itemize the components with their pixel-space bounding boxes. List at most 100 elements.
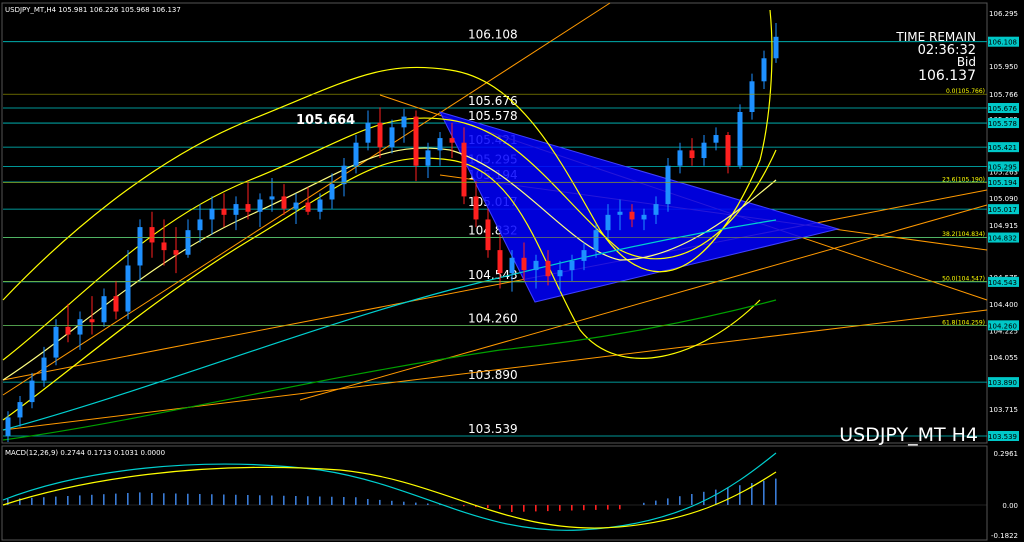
candle-body xyxy=(5,417,11,436)
fib-label: 0.0(105.766) xyxy=(946,88,985,95)
candle-body xyxy=(761,58,767,82)
candle-body xyxy=(677,150,683,166)
macd-histogram-bar xyxy=(415,502,417,505)
macd-axis-zero: 0.00 xyxy=(1002,502,1018,510)
macd-histogram-bar xyxy=(187,493,189,505)
macd-histogram-bar xyxy=(163,493,165,505)
axis-price-label: 104.915 xyxy=(989,222,1018,230)
axis-level-box-label: 103.890 xyxy=(988,379,1017,387)
candle-body xyxy=(413,116,419,166)
candle-body xyxy=(653,204,659,215)
candle-body xyxy=(353,142,359,166)
symbol-watermark: USDJPY_MT H4 xyxy=(839,424,978,446)
macd-histogram-bar xyxy=(259,495,261,505)
macd-histogram-bar xyxy=(91,494,93,505)
candle-body xyxy=(725,135,731,166)
macd-histogram-bar xyxy=(235,494,237,505)
price-chart[interactable]: 106.108105.676105.578105.421105.295105.1… xyxy=(0,0,1024,542)
macd-histogram-bar xyxy=(151,493,153,505)
candle-body xyxy=(209,208,215,220)
candle-body xyxy=(605,214,611,231)
macd-histogram-bar xyxy=(583,505,585,511)
fib-label: 23.6(105.190) xyxy=(942,177,985,184)
macd-histogram-bar xyxy=(115,493,117,505)
macd-histogram-bar xyxy=(43,497,45,505)
candle-body xyxy=(161,242,167,251)
candle-body xyxy=(29,380,35,403)
candle-body xyxy=(449,138,455,143)
axis-price-label: 104.400 xyxy=(989,301,1018,309)
level-label: 105.676 xyxy=(468,94,518,108)
macd-histogram-bar xyxy=(79,495,81,505)
candle-body xyxy=(509,257,515,274)
candle-body xyxy=(737,111,743,166)
axis-level-box-label: 105.295 xyxy=(988,163,1017,171)
candle-body xyxy=(185,230,191,255)
macd-histogram-bar xyxy=(763,480,765,505)
macd-histogram-bar xyxy=(715,489,717,505)
axis-level-box-label: 105.194 xyxy=(988,179,1017,187)
axis-level-box-label: 105.017 xyxy=(988,206,1017,214)
macd-histogram-bar xyxy=(55,496,57,505)
candle-body xyxy=(17,402,23,418)
macd-histogram-bar xyxy=(571,505,573,511)
axis-level-box-label: 104.260 xyxy=(988,322,1017,330)
candle-body xyxy=(233,204,239,215)
axis-price-label: 106.295 xyxy=(989,10,1018,18)
candle-body xyxy=(305,202,311,212)
macd-histogram-bar xyxy=(511,505,513,512)
macd-histogram-bar xyxy=(199,494,201,505)
fib-label: 38.2(104.834) xyxy=(942,231,985,238)
candle-body xyxy=(689,150,695,159)
time-remain-label: TIME REMAIN xyxy=(895,30,976,44)
axis-price-label: 105.090 xyxy=(989,195,1018,203)
candle-body xyxy=(365,122,371,143)
candle-body xyxy=(221,208,227,215)
macd-histogram-bar xyxy=(691,494,693,505)
candle-body xyxy=(269,196,275,200)
candle-body xyxy=(245,204,251,212)
macd-histogram-bar xyxy=(727,487,729,505)
candle-body xyxy=(377,122,383,148)
candle-body xyxy=(53,326,59,358)
axis-level-box-label: 106.108 xyxy=(988,39,1017,47)
macd-histogram-bar xyxy=(175,493,177,505)
axis-price-label: 105.766 xyxy=(989,91,1018,99)
macd-histogram-bar xyxy=(739,485,741,505)
candle-body xyxy=(533,260,539,271)
candle-body xyxy=(41,357,47,381)
candle-body xyxy=(497,250,503,274)
macd-histogram-bar xyxy=(31,497,33,505)
candle-body xyxy=(197,219,203,231)
axis-level-box-label: 105.578 xyxy=(988,120,1017,128)
candle-body xyxy=(629,211,635,220)
macd-histogram-bar xyxy=(391,500,393,505)
macd-histogram-bar xyxy=(271,495,273,505)
candle-body xyxy=(773,36,779,59)
candle-body xyxy=(461,142,467,197)
macd-histogram-bar xyxy=(679,496,681,505)
candle-body xyxy=(437,138,443,151)
candle-body xyxy=(173,250,179,255)
candle-body xyxy=(149,227,155,243)
candle-body xyxy=(473,196,479,220)
candle-body xyxy=(125,265,131,312)
macd-histogram-bar xyxy=(331,496,333,505)
candle-body xyxy=(329,184,335,200)
macd-histogram-bar xyxy=(367,499,369,505)
symbol-header: USDJPY_MT,H4 105.981 106.226 105.968 106… xyxy=(5,6,181,14)
candle-body xyxy=(77,319,83,335)
candle-body xyxy=(89,319,95,323)
candle-body xyxy=(581,250,587,261)
axis-price-label: 103.715 xyxy=(989,406,1018,414)
candle-body xyxy=(317,199,323,212)
level-label: 103.539 xyxy=(468,422,518,436)
macd-histogram-bar xyxy=(535,505,537,512)
macd-histogram-bar xyxy=(247,495,249,505)
macd-histogram-bar xyxy=(403,501,405,505)
macd-histogram-bar xyxy=(703,491,705,505)
macd-axis-bottom: -0.1822 xyxy=(991,532,1018,540)
candle-body xyxy=(401,116,407,128)
macd-histogram-bar xyxy=(547,505,549,512)
candle-body xyxy=(749,81,755,112)
